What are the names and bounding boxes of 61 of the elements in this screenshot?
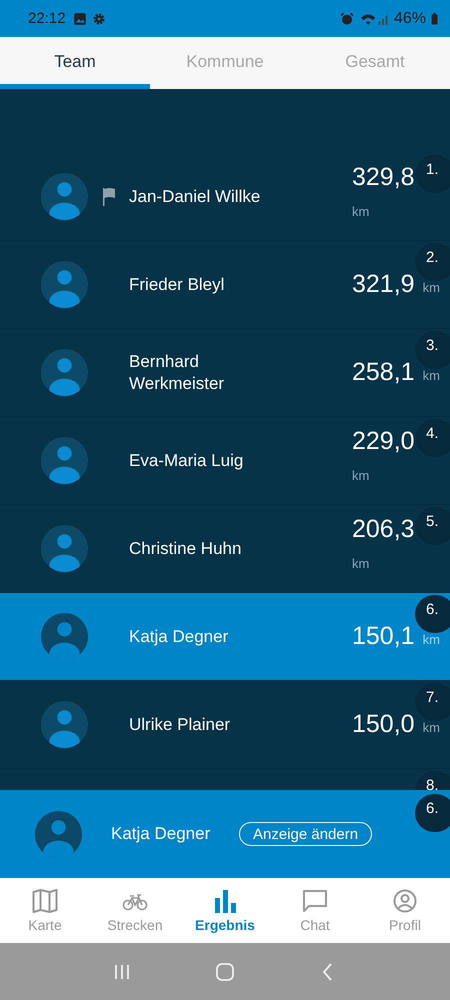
ranking-row[interactable]: Ulrike Plainer 150,0 km 7.	[0, 681, 450, 769]
profile-icon	[392, 888, 418, 912]
rank-badge: 4.	[415, 419, 450, 457]
participant-name: Jan-Daniel Willke	[129, 186, 262, 208]
ranking-row[interactable]: Frieder Bleyl 321,9 km 2.	[0, 241, 450, 329]
distance-value: 206,3	[352, 515, 415, 544]
rank-badge: 1.	[415, 155, 450, 193]
battery-level: 46%	[394, 10, 426, 28]
distance-unit: km	[422, 368, 440, 383]
home-icon[interactable]	[214, 962, 235, 982]
rank-badge: 3.	[415, 331, 450, 369]
avatar-icon	[41, 701, 88, 748]
rank-badge: 5.	[415, 507, 450, 545]
bar-chart-icon	[212, 888, 238, 912]
alarm-icon	[340, 12, 354, 26]
distance-value: 150,0	[352, 710, 415, 739]
nav-item[interactable]: Ergebnis	[180, 878, 270, 943]
rank-badge: 6.	[415, 595, 450, 633]
distance-unit: km	[352, 556, 370, 571]
participant-name: Bernhard Werkmeister	[129, 350, 226, 394]
distance-unit: km	[352, 468, 370, 483]
distance-value: 150,1	[352, 622, 415, 651]
rank-badge: 6.	[415, 794, 450, 832]
avatar-icon	[41, 261, 88, 308]
chat-icon	[302, 888, 328, 912]
status-time: 22:12	[28, 10, 66, 27]
ranking-row[interactable]: Bernhard Werkmeister 258,1 km 3.	[0, 329, 450, 417]
battery-icon	[431, 12, 438, 24]
ranking-row[interactable]: Eva-Maria Luig 229,0 km 4.	[0, 417, 450, 505]
distance-unit: km	[422, 280, 440, 295]
rank-badge: 2.	[415, 243, 450, 281]
rank-badge: 7.	[415, 683, 450, 721]
distance-value: 229,0	[352, 427, 415, 456]
participant-name: Christine Huhn	[129, 538, 242, 560]
participant-name: Katja Degner	[111, 824, 212, 844]
image-icon	[72, 12, 87, 26]
settings-icon	[92, 12, 106, 26]
ranking-row[interactable]: Christine Huhn 206,3 km 5.	[0, 505, 450, 593]
avatar-icon	[35, 810, 82, 858]
signal-icon	[358, 12, 389, 26]
distance-value: 329,8	[352, 163, 415, 192]
distance-value: 258,1	[352, 358, 415, 387]
avatar-icon	[41, 173, 88, 220]
tab[interactable]: Team	[0, 37, 150, 89]
participant-name: Frieder Bleyl	[129, 274, 226, 296]
avatar-icon	[41, 349, 88, 396]
ranking-row[interactable]: Jan-Daniel Willke 329,8 km 1.	[0, 153, 450, 241]
avatar-icon	[41, 525, 88, 572]
change-display-button[interactable]: Anzeige ändern	[239, 822, 372, 846]
map-icon	[32, 888, 58, 912]
distance-unit: km	[352, 204, 370, 219]
distance-value: 321,9	[352, 270, 415, 299]
participant-name: Ulrike Plainer	[129, 714, 232, 736]
distance-unit: km	[422, 632, 440, 647]
avatar-icon	[41, 613, 88, 660]
distance-unit: km	[422, 720, 440, 735]
participant-name: Katja Degner	[129, 626, 230, 648]
participant-name: Eva-Maria Luig	[129, 450, 244, 472]
ranking-row[interactable]: Katja Degner 150,1 km 6.	[0, 593, 450, 681]
rank-badge: 8.	[415, 771, 450, 790]
avatar-icon	[41, 437, 88, 484]
